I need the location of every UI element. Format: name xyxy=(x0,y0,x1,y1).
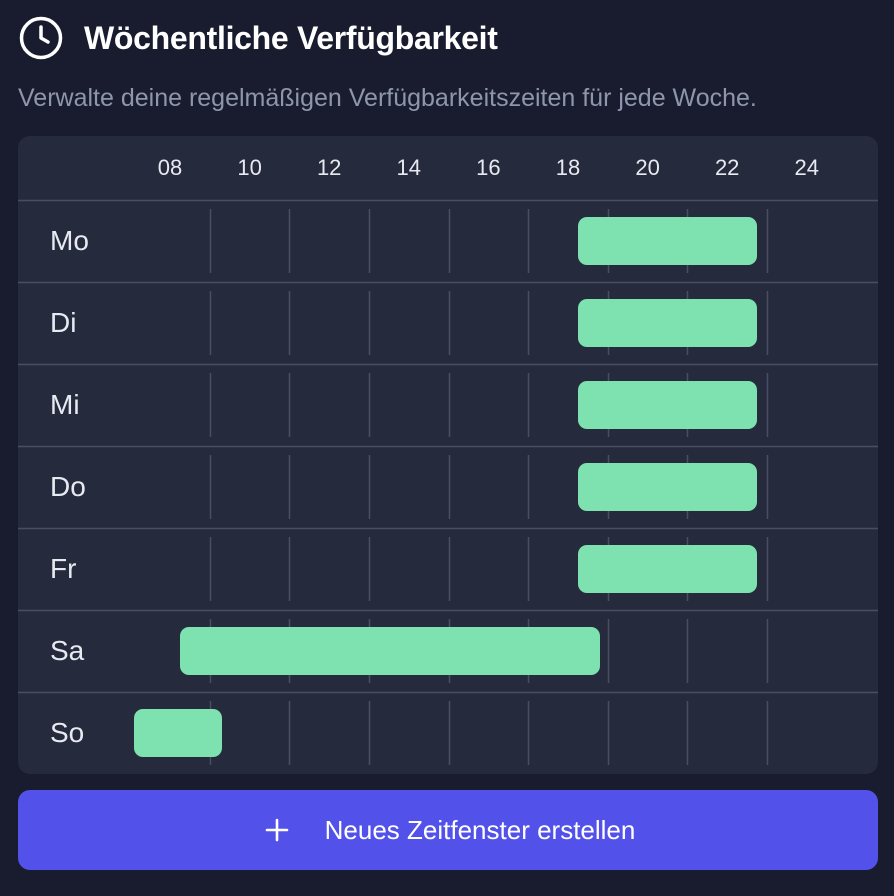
time-slot[interactable] xyxy=(577,217,758,265)
day-label: Fr xyxy=(50,553,77,584)
time-slot[interactable] xyxy=(577,545,758,593)
hour-label: 22 xyxy=(714,155,740,180)
hour-label: 16 xyxy=(476,155,501,180)
time-slot[interactable] xyxy=(179,627,600,675)
day-label: So xyxy=(50,717,85,748)
hour-label: 12 xyxy=(316,155,342,180)
day-label: Sa xyxy=(50,635,85,666)
page-subtitle: Verwalte deine regelmäßigen Verfügbarkei… xyxy=(18,84,757,112)
time-slot[interactable] xyxy=(577,463,758,511)
time-slot[interactable] xyxy=(134,709,222,757)
day-label: Mo xyxy=(50,225,89,256)
create-timeslot-button[interactable]: Neues Zeitfenster erstellen xyxy=(18,790,878,870)
create-timeslot-label: Neues Zeitfenster erstellen xyxy=(324,814,636,845)
hour-label: 14 xyxy=(396,155,422,180)
day-label: Di xyxy=(50,307,77,338)
header: Wöchentliche Verfügbarkeit xyxy=(18,14,498,62)
page-title: Wöchentliche Verfügbarkeit xyxy=(84,19,498,56)
hour-label: 18 xyxy=(555,155,581,180)
availability-grid: 08 10 12 14 16 18 20 22 24 Mo Di Mi Do Fr Sa So xyxy=(18,136,878,774)
plus-icon xyxy=(265,818,289,842)
time-slot[interactable] xyxy=(577,299,758,347)
hour-label: 10 xyxy=(237,155,262,180)
hour-label: 24 xyxy=(794,155,820,180)
hour-label: 20 xyxy=(635,155,660,180)
time-slot[interactable] xyxy=(577,381,758,429)
hour-label: 08 xyxy=(157,155,183,180)
clock-icon xyxy=(18,15,64,61)
day-label: Mi xyxy=(50,389,80,420)
day-label: Do xyxy=(50,471,86,502)
